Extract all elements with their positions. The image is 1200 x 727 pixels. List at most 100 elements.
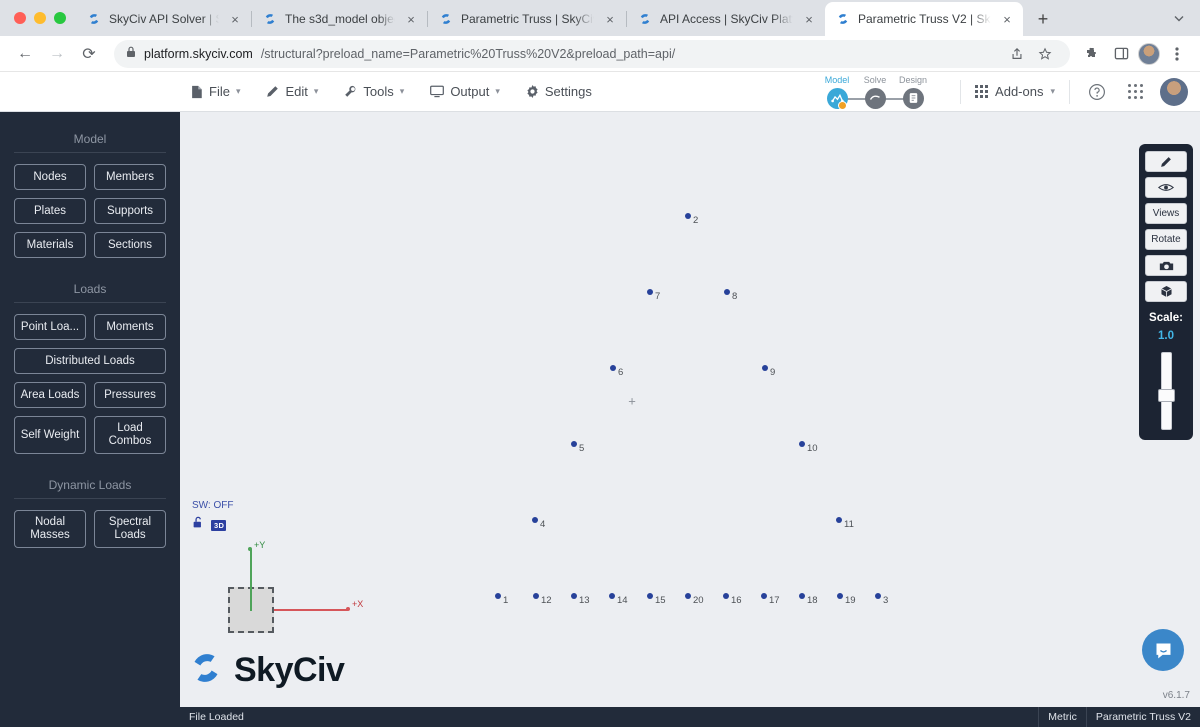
node-dot[interactable] xyxy=(685,213,691,219)
step-design[interactable]: Design xyxy=(894,75,932,109)
sidebar-item-moments[interactable]: Moments xyxy=(94,314,166,340)
node-dot[interactable] xyxy=(609,593,615,599)
sidebar-item-plates[interactable]: Plates xyxy=(14,198,86,224)
close-window-button[interactable] xyxy=(14,12,26,24)
close-icon[interactable]: × xyxy=(801,11,817,27)
menu-settings[interactable]: Settings xyxy=(526,84,592,99)
pencil-icon[interactable] xyxy=(1145,151,1187,172)
node-dot[interactable] xyxy=(761,593,767,599)
node-dot[interactable] xyxy=(836,517,842,523)
model-node[interactable]: 2 xyxy=(685,213,698,226)
model-node[interactable]: 7 xyxy=(647,289,660,302)
sidebar-item-pressures[interactable]: Pressures xyxy=(94,382,166,408)
address-bar-input[interactable]: platform.skyciv.com/structural?preload_n… xyxy=(114,39,1070,68)
node-dot[interactable] xyxy=(495,593,501,599)
close-icon[interactable]: × xyxy=(602,11,618,27)
node-dot[interactable] xyxy=(533,593,539,599)
eye-icon[interactable] xyxy=(1145,177,1187,198)
browser-tab-2[interactable]: The s3d_model object | SkyCi × xyxy=(252,2,427,36)
node-dot[interactable] xyxy=(571,593,577,599)
model-node[interactable]: 20 xyxy=(685,593,704,606)
views-button[interactable]: Views xyxy=(1145,203,1187,224)
node-dot[interactable] xyxy=(799,441,805,447)
model-node[interactable]: 8 xyxy=(724,289,737,302)
model-node[interactable]: 15 xyxy=(647,593,666,606)
minimize-window-button[interactable] xyxy=(34,12,46,24)
node-dot[interactable] xyxy=(762,365,768,371)
menu-edit[interactable]: Edit ▾ xyxy=(266,84,318,99)
model-node[interactable]: 14 xyxy=(609,593,628,606)
extensions-puzzle-icon[interactable] xyxy=(1080,41,1106,67)
chrome-menu-icon[interactable] xyxy=(1164,41,1190,67)
model-node[interactable]: 5 xyxy=(571,441,584,454)
node-dot[interactable] xyxy=(723,593,729,599)
status-units[interactable]: Metric xyxy=(1038,707,1086,727)
menu-file[interactable]: File ▾ xyxy=(190,84,240,99)
share-icon[interactable] xyxy=(1004,41,1030,67)
rotate-button[interactable]: Rotate xyxy=(1145,229,1187,250)
node-dot[interactable] xyxy=(837,593,843,599)
node-dot[interactable] xyxy=(724,289,730,295)
node-dot[interactable] xyxy=(647,289,653,295)
sidebar-item-members[interactable]: Members xyxy=(94,164,166,190)
sidebar-item-self-weight[interactable]: Self Weight xyxy=(14,416,86,454)
model-node[interactable]: 11 xyxy=(836,517,854,530)
profile-avatar[interactable] xyxy=(1136,41,1162,67)
model-node[interactable]: 6 xyxy=(610,365,623,378)
model-canvas[interactable]: SW: OFF 3D +Y +X + 2 7 8 6 9 5 10 4 11 1 12 13 14 15 2… xyxy=(180,112,1200,707)
sidebar-item-supports[interactable]: Supports xyxy=(94,198,166,224)
menu-tools[interactable]: Tools ▾ xyxy=(344,84,404,99)
sidebar-item-sections[interactable]: Sections xyxy=(94,232,166,258)
model-node[interactable]: 1 xyxy=(495,593,508,606)
sidebar-item-nodal-masses[interactable]: Nodal Masses xyxy=(14,510,86,548)
side-panel-icon[interactable] xyxy=(1108,41,1134,67)
back-button[interactable]: ← xyxy=(10,39,40,69)
sidebar-item-area-loads[interactable]: Area Loads xyxy=(14,382,86,408)
model-node[interactable]: 19 xyxy=(837,593,856,606)
model-node[interactable]: 3 xyxy=(875,593,888,606)
sidebar-item-distributed-loads[interactable]: Distributed Loads xyxy=(14,348,166,374)
model-node[interactable]: 12 xyxy=(533,593,552,606)
browser-tab-1[interactable]: SkyCiv API Solver | SkyCiv Pla × xyxy=(76,2,251,36)
close-icon[interactable]: × xyxy=(403,11,419,27)
browser-tab-3[interactable]: Parametric Truss | SkyCiv × xyxy=(428,2,626,36)
model-node[interactable]: 18 xyxy=(799,593,818,606)
model-node[interactable]: 16 xyxy=(723,593,742,606)
addons-menu[interactable]: Add-ons ▾ xyxy=(975,84,1055,99)
step-model[interactable]: Model xyxy=(818,75,876,110)
cube-icon[interactable] xyxy=(1145,281,1187,302)
unlocked-padlock-icon[interactable] xyxy=(192,516,205,534)
model-node[interactable]: 17 xyxy=(761,593,780,606)
node-dot[interactable] xyxy=(610,365,616,371)
reload-button[interactable]: ⟳ xyxy=(74,39,104,69)
chat-bubble-icon[interactable] xyxy=(1142,629,1184,671)
browser-tab-5-active[interactable]: Parametric Truss V2 | SkyCiv × xyxy=(825,2,1023,36)
step-solve[interactable]: Solve xyxy=(856,75,914,109)
node-dot[interactable] xyxy=(647,593,653,599)
apps-grid-icon[interactable] xyxy=(1122,79,1148,105)
sidebar-item-materials[interactable]: Materials xyxy=(14,232,86,258)
sidebar-item-spectral-loads[interactable]: Spectral Loads xyxy=(94,510,166,548)
model-node[interactable]: 13 xyxy=(571,593,590,606)
question-circle-icon[interactable] xyxy=(1084,79,1110,105)
model-node[interactable]: 9 xyxy=(762,365,775,378)
scale-slider-thumb[interactable] xyxy=(1157,389,1175,402)
model-node[interactable]: 10 xyxy=(799,441,818,454)
menu-output[interactable]: Output ▾ xyxy=(430,84,500,99)
chevron-down-icon[interactable] xyxy=(1166,4,1192,32)
new-tab-button[interactable]: + xyxy=(1029,5,1057,33)
close-icon[interactable]: × xyxy=(999,11,1015,27)
node-dot[interactable] xyxy=(875,593,881,599)
sidebar-item-point-loads[interactable]: Point Loa... xyxy=(14,314,86,340)
model-node[interactable]: 4 xyxy=(532,517,545,530)
forward-button[interactable]: → xyxy=(42,39,72,69)
node-dot[interactable] xyxy=(799,593,805,599)
scale-slider[interactable] xyxy=(1157,352,1175,430)
maximize-window-button[interactable] xyxy=(54,12,66,24)
sidebar-item-load-combos[interactable]: Load Combos xyxy=(94,416,166,454)
browser-tab-4[interactable]: API Access | SkyCiv Platform × xyxy=(627,2,825,36)
user-avatar[interactable] xyxy=(1160,77,1188,106)
camera-icon[interactable] xyxy=(1145,255,1187,276)
node-dot[interactable] xyxy=(532,517,538,523)
node-dot[interactable] xyxy=(571,441,577,447)
